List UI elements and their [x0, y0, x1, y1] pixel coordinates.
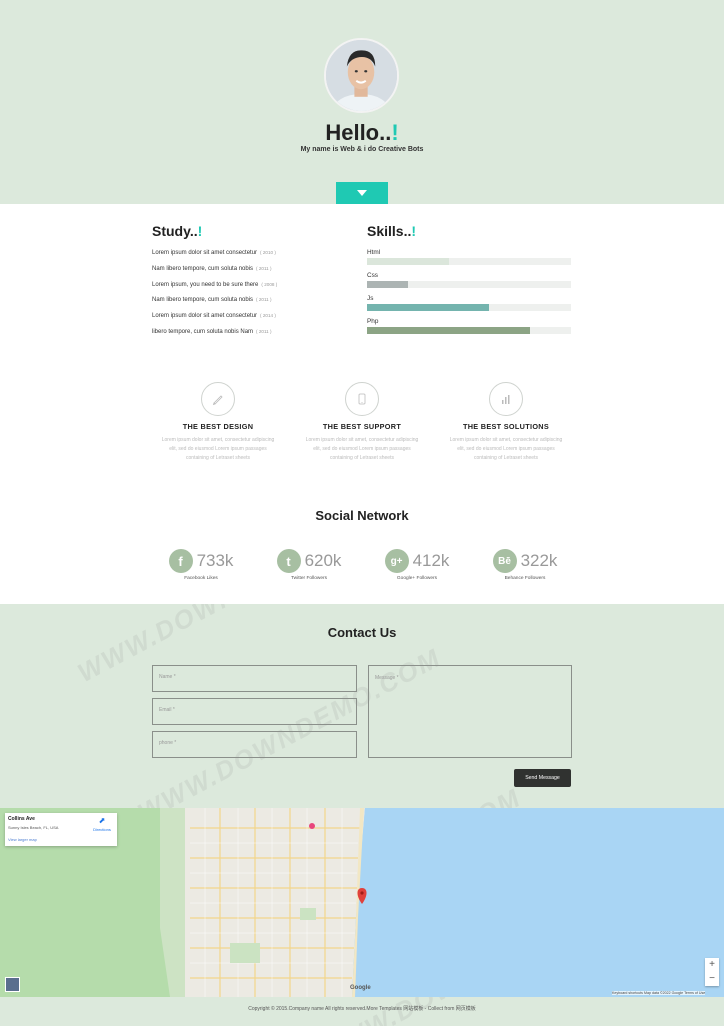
- feature-support: THE BEST SUPPORT Lorem ipsum dolor sit a…: [292, 382, 432, 463]
- directions-icon: ⬈: [98, 816, 106, 825]
- zoom-out-button[interactable]: −: [705, 972, 719, 986]
- footer-text: Copyright © 2015.Company name All rights…: [248, 1006, 476, 1012]
- skill-label: Css: [367, 272, 379, 279]
- social-caption: Behance Followers: [504, 576, 546, 581]
- social-count: 322k: [520, 551, 558, 570]
- scroll-down-button[interactable]: [336, 182, 388, 204]
- skill-bar-fill: [367, 281, 408, 288]
- place-title: Collins Ave: [8, 816, 35, 822]
- phone-icon: [358, 393, 366, 405]
- social-count: 412k: [412, 551, 450, 570]
- feature-description: Lorem ipsum dolor sit amet, consectetur …: [161, 437, 275, 461]
- skill-bar-fill: [367, 304, 490, 311]
- skills-title: Skills..!: [367, 223, 417, 239]
- bar-chart-icon: [502, 395, 510, 404]
- skill-bar-fill: [367, 327, 531, 334]
- place-address: Sunny Isles Beach, FL, USA: [8, 825, 59, 830]
- pencil-icon: [212, 395, 223, 406]
- hero-section: Hello..! My name is Web & i do Creative …: [0, 0, 724, 204]
- name-field[interactable]: Name *: [152, 665, 357, 692]
- feature-title: THE BEST DESIGN: [182, 422, 254, 431]
- skill-track: [367, 327, 571, 334]
- social-caption: Twitter Followers: [291, 576, 327, 581]
- google-plus-icon: g+: [384, 549, 409, 573]
- social-google-plus[interactable]: g+ 412k Google+ Followers: [362, 548, 472, 581]
- map-zoom-control: + −: [705, 958, 719, 986]
- zoom-in-button[interactable]: +: [705, 958, 719, 972]
- contact-title: Contact Us: [327, 625, 397, 640]
- avatar: [324, 38, 399, 113]
- social-title: Social Network: [315, 508, 409, 523]
- skill-css: Css: [367, 272, 571, 288]
- map-info-card: Collins Ave Sunny Isles Beach, FL, USA V…: [5, 813, 117, 846]
- greeting-accent: !: [391, 120, 399, 145]
- skill-label: Js: [367, 295, 374, 302]
- view-larger-map-link[interactable]: View larger map: [8, 837, 37, 842]
- skill-track: [367, 304, 571, 311]
- caret-down-icon: [357, 190, 367, 196]
- directions-label: Directions: [93, 827, 111, 832]
- email-field[interactable]: Email *: [152, 698, 357, 725]
- skill-js: Js: [367, 295, 571, 311]
- feature-title: THE BEST SUPPORT: [322, 422, 402, 431]
- list-item: Nam libero tempore, cum soluta nobis( 20…: [152, 297, 272, 304]
- facebook-icon: f: [168, 549, 193, 573]
- social-count: 620k: [304, 551, 342, 570]
- list-item: Nam libero tempore, cum soluta nobis( 20…: [152, 265, 272, 272]
- list-item: libero tempore, cum soluta nobis Nam( 20…: [152, 328, 272, 335]
- message-field[interactable]: Message *: [368, 665, 572, 758]
- social-count: 733k: [196, 551, 234, 570]
- feature-solutions: THE BEST SOLUTIONS Lorem ipsum dolor sit…: [436, 382, 576, 463]
- skill-label: Html: [367, 249, 381, 256]
- feature-description: Lorem ipsum dolor sit amet, consectetur …: [305, 437, 419, 461]
- skill-track: [367, 281, 571, 288]
- study-list: Lorem ipsum dolor sit amet consectetur( …: [152, 250, 332, 345]
- send-message-button[interactable]: Send Message: [514, 769, 571, 787]
- feature-icon-circle: [201, 382, 235, 416]
- skill-html: Html: [367, 249, 571, 265]
- study-title: Study..!: [152, 223, 203, 239]
- feature-description: Lorem ipsum dolor sit amet, consectetur …: [449, 437, 563, 461]
- map-layer-thumbnail[interactable]: [5, 977, 20, 992]
- twitter-icon: t: [276, 549, 301, 573]
- hero-tagline: My name is Web & i do Creative Bots: [300, 146, 424, 153]
- skill-php: Php: [367, 318, 571, 334]
- phone-field[interactable]: phone *: [152, 731, 357, 758]
- social-caption: Facebook Likes: [184, 576, 218, 581]
- profile-photo: [326, 40, 397, 111]
- feature-design: THE BEST DESIGN Lorem ipsum dolor sit am…: [148, 382, 288, 463]
- list-item: Lorem ipsum dolor sit amet consectetur( …: [152, 313, 276, 320]
- hero-greeting: Hello..!: [0, 120, 724, 146]
- social-behance[interactable]: Bē 322k Behance Followers: [470, 548, 580, 581]
- social-caption: Google+ Followers: [396, 576, 438, 581]
- list-item: Lorem ipsum, you need to be sure there( …: [152, 281, 278, 288]
- google-logo: Google: [350, 985, 371, 991]
- feature-icon-circle: [345, 382, 379, 416]
- directions-button[interactable]: ⬈ Directions: [90, 816, 114, 832]
- social-twitter[interactable]: t 620k Twitter Followers: [254, 548, 364, 581]
- map-terms: Keyboard shortcuts Map data ©2022 Google…: [612, 991, 706, 995]
- skill-label: Php: [367, 318, 379, 325]
- feature-title: THE BEST SOLUTIONS: [462, 422, 550, 431]
- skill-bar-fill: [367, 258, 449, 265]
- behance-icon: Bē: [492, 549, 517, 573]
- skill-track: [367, 258, 571, 265]
- list-item: Lorem ipsum dolor sit amet consectetur( …: [152, 250, 276, 256]
- feature-icon-circle: [489, 382, 523, 416]
- greeting-text: Hello..: [325, 120, 392, 145]
- social-facebook[interactable]: f 733k Facebook Likes: [146, 548, 256, 581]
